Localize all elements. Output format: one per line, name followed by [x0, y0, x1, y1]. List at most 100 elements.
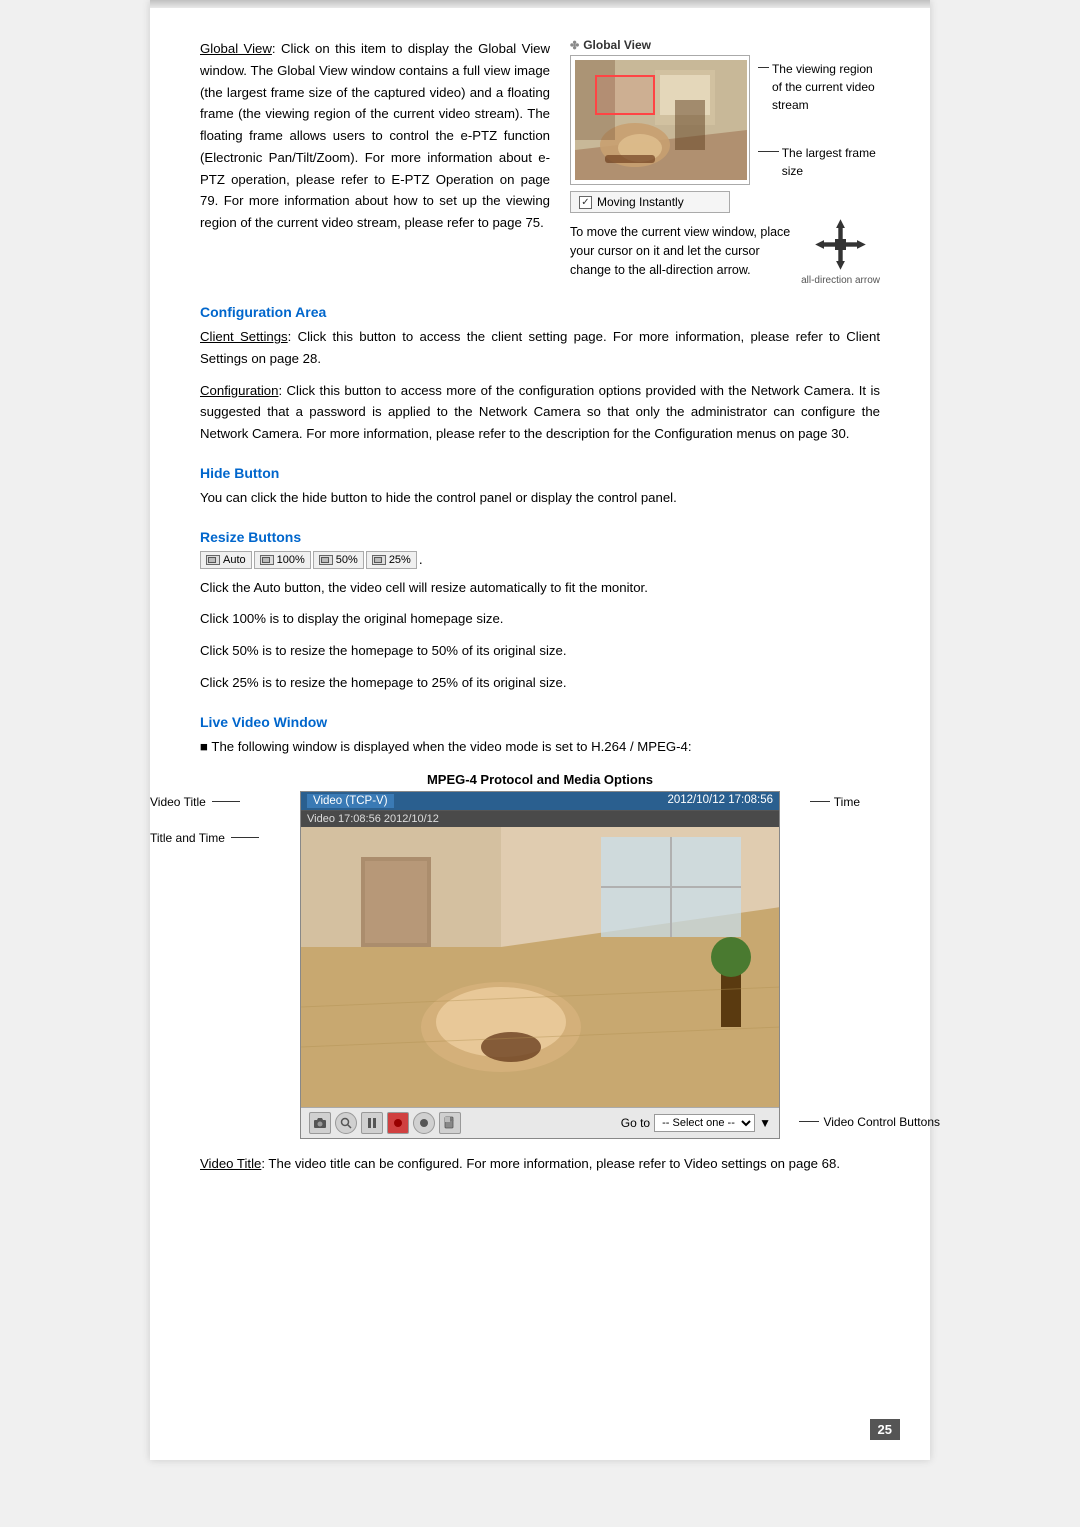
time-label-text: Time: [834, 795, 860, 809]
moving-instantly-label: Moving Instantly: [597, 195, 684, 209]
video-title-label-text: Video Title: [150, 795, 206, 809]
ctrl-label-line: [799, 1121, 819, 1122]
client-settings-text: Client Settings: Click this button to ac…: [200, 326, 880, 370]
image-annotations: The viewing region of the current video …: [758, 38, 880, 184]
hide-button-description: You can click the hide button to hide th…: [200, 487, 880, 509]
video-title-arrow-line: [212, 801, 240, 802]
video-frame: Video (TCP-V) 2012/10/12 17:08:56 Video …: [300, 791, 780, 1139]
resize-desc-2: Click 100% is to display the original ho…: [200, 608, 880, 630]
hide-button-section: Hide Button You can click the hide butto…: [200, 465, 880, 509]
annotation-viewing-region: The viewing region of the current video …: [758, 60, 880, 114]
video-controls: Go to -- Select one -- ▼: [301, 1107, 779, 1138]
camera-icon: [313, 1117, 327, 1129]
global-view-image-column: ✤ Global View: [570, 38, 750, 213]
resize-buttons-row: Auto 100% 50% 25% .: [200, 551, 880, 569]
resize-50-icon: [319, 555, 333, 565]
page-number: 25: [870, 1419, 900, 1440]
record-icon: [393, 1118, 403, 1128]
dot-icon: [419, 1118, 429, 1128]
resize-50-label: 50%: [336, 554, 358, 566]
move-description: To move the current view window, place y…: [570, 223, 791, 279]
pause-icon: [367, 1117, 377, 1129]
global-view-image-area: ✤ Global View: [570, 38, 880, 213]
resize-desc-1: Click the Auto button, the video cell wi…: [200, 577, 880, 599]
resize-colon: .: [419, 552, 423, 567]
ctrl-dot-button[interactable]: [413, 1112, 435, 1134]
video-content-inner: [301, 827, 779, 1107]
file-icon: [444, 1116, 456, 1129]
move-description-row: To move the current view window, place y…: [570, 217, 880, 286]
video-title-term: Video Title: [200, 1156, 261, 1171]
resize-auto-icon: [206, 555, 220, 565]
video-titlebar: Video (TCP-V) 2012/10/12 17:08:56: [301, 792, 779, 811]
ctrl-record-button[interactable]: [387, 1112, 409, 1134]
video-window-container: MPEG-4 Protocol and Media Options Video …: [200, 772, 880, 1139]
annotation-line-2: [758, 151, 779, 152]
title-time-label-row: Title and Time: [150, 831, 259, 845]
ctrl-camera-button[interactable]: [309, 1112, 331, 1134]
live-video-description: ■ The following window is displayed when…: [200, 736, 880, 758]
global-view-description: Global View: Click on this item to displ…: [200, 38, 550, 234]
moving-instantly-checkbox[interactable]: ✓: [579, 196, 592, 209]
global-view-label-text: Global View: [583, 38, 651, 52]
global-view-label-bar: ✤ Global View: [570, 38, 750, 52]
annotation-line-1: [758, 67, 769, 68]
all-direction-area: all-direction arrow: [801, 217, 880, 286]
resize-auto-button[interactable]: Auto: [200, 551, 252, 569]
time-arrow-line: [810, 801, 830, 802]
left-labels: Video Title Title and Time: [150, 795, 259, 845]
global-view-text: Global View: Click on this item to displ…: [200, 38, 550, 286]
moving-instantly-box: ✓ Moving Instantly: [570, 191, 730, 213]
live-video-section: Live Video Window ■ The following window…: [200, 714, 880, 1175]
video-subtitle: Video 17:08:56 2012/10/12: [301, 811, 779, 827]
move-text-area: To move the current view window, place y…: [570, 217, 791, 279]
client-settings-term: Client Settings: [200, 329, 288, 344]
resize-25-icon: [372, 555, 386, 565]
resize-100-button[interactable]: 100%: [254, 551, 311, 569]
ctrl-file-button[interactable]: [439, 1112, 461, 1134]
hide-button-heading: Hide Button: [200, 465, 880, 481]
video-frame-outer: Video Title Title and Time Time: [300, 791, 780, 1139]
time-label-row: Time: [810, 795, 860, 809]
resize-25-button[interactable]: 25%: [366, 551, 417, 569]
goto-section: Go to -- Select one -- ▼: [621, 1114, 771, 1132]
ctrl-zoom-button[interactable]: [335, 1112, 357, 1134]
viewing-region-box: [595, 75, 655, 115]
annotation-text-1: The viewing region of the current video …: [772, 60, 880, 114]
top-bar: [150, 0, 930, 8]
ctrl-label-text: Video Control Buttons: [823, 1115, 940, 1129]
live-video-heading: Live Video Window: [200, 714, 880, 730]
dropdown-icon: ▼: [759, 1116, 771, 1130]
page: Global View: Click on this item to displ…: [150, 0, 930, 1460]
global-view-section: Global View: Click on this item to displ…: [200, 38, 880, 286]
goto-select[interactable]: -- Select one --: [654, 1114, 755, 1132]
global-view-term: Global View: [200, 41, 272, 56]
video-title-label-row: Video Title: [150, 795, 259, 809]
video-title-description: Video Title: The video title can be conf…: [200, 1153, 880, 1175]
camera-preview: [575, 60, 747, 180]
video-time-display: 2012/10/12 17:08:56: [667, 794, 773, 808]
configuration-term: Configuration: [200, 383, 278, 398]
configuration-text: Configuration: Click this button to acce…: [200, 380, 880, 445]
title-time-label-text: Title and Time: [150, 831, 225, 845]
resize-desc-3: Click 50% is to resize the homepage to 5…: [200, 640, 880, 662]
resize-100-label: 100%: [277, 554, 305, 566]
video-title-bar-left: Video (TCP-V): [307, 794, 394, 808]
zoom-icon: [340, 1117, 352, 1129]
video-room-svg: [301, 827, 779, 1107]
global-view-right: ✤ Global View: [570, 38, 880, 286]
all-direction-arrow-svg: [813, 217, 868, 272]
resize-desc-4: Click 25% is to resize the homepage to 2…: [200, 672, 880, 694]
configuration-area-section: Configuration Area Client Settings: Clic…: [200, 304, 880, 445]
resize-buttons-heading: Resize Buttons: [200, 529, 880, 545]
configuration-area-heading: Configuration Area: [200, 304, 880, 320]
ctrl-pause-button[interactable]: [361, 1112, 383, 1134]
video-control-buttons-label: Video Control Buttons: [799, 1115, 940, 1129]
goto-label: Go to: [621, 1116, 650, 1130]
global-view-image-box: [570, 55, 750, 185]
annotation-text-2: The largest frame size: [782, 144, 880, 180]
resize-50-button[interactable]: 50%: [313, 551, 364, 569]
resize-25-label: 25%: [389, 554, 411, 566]
live-video-bullet: ■: [200, 739, 208, 754]
right-labels: Time: [810, 795, 860, 809]
